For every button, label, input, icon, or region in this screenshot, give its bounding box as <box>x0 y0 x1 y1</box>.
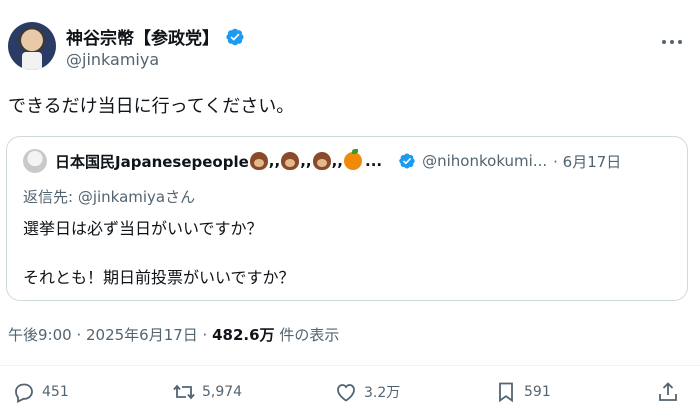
name-separator: ,, <box>268 152 281 170</box>
quote-text-line: 選挙日は必ず当日がいいですか？ <box>23 219 263 238</box>
tweet-text: できるだけ当日に行ってください。 <box>8 96 295 117</box>
reply-count: 451 <box>42 384 69 400</box>
verified-badge-icon <box>226 28 244 45</box>
quote-text-line: それとも！期日前投票がいいですか？ <box>23 268 295 287</box>
quote-avatar <box>23 149 47 173</box>
quote-header: 日本国民Japanesepeople ,, ,, ,, ... @nihonko… <box>23 149 621 173</box>
like-icon <box>337 384 355 402</box>
author-name-row: 神谷宗幣【参政党】 <box>66 24 245 49</box>
share-icon <box>659 382 677 401</box>
reply-to-label: 返信先: @jinkamiyaさん <box>23 188 196 206</box>
share-button[interactable] <box>656 380 680 404</box>
verified-badge-icon <box>399 153 415 169</box>
hedgehog-emoji-icon <box>249 152 268 170</box>
retweet-button[interactable]: 5,974 <box>172 380 242 404</box>
avatar[interactable] <box>8 22 56 70</box>
quote-date: · 6月17日 <box>553 152 622 171</box>
hedgehog-emoji-icon <box>312 152 331 170</box>
tweet-meta: 午後9:00 · 2025年6月17日 · 482.6万 件の表示 <box>8 324 339 345</box>
quote-author-handle: @nihonkokumi... <box>422 152 548 170</box>
name-separator: ,, <box>300 152 312 170</box>
reply-icon <box>15 383 33 403</box>
action-bar: 451 5,974 3.2万 591 <box>0 380 700 410</box>
views-count: 482.6万 <box>212 326 275 344</box>
divider <box>0 365 700 366</box>
hedgehog-emoji-icon <box>281 152 300 170</box>
author-display-name[interactable]: 神谷宗幣【参政党】 <box>66 24 219 49</box>
tweet-header: 神谷宗幣【参政党】 @jinkamiya <box>8 22 692 74</box>
bookmark-button[interactable]: 591 <box>494 380 551 404</box>
orange-emoji-icon <box>344 149 363 170</box>
more-icon[interactable] <box>662 32 682 52</box>
quote-tweet[interactable]: 日本国民Japanesepeople ,, ,, ,, ... @nihonko… <box>6 136 688 301</box>
like-button[interactable]: 3.2万 <box>334 380 400 404</box>
views-label: 件の表示 <box>274 326 340 344</box>
tweet-timestamp[interactable]: 午後9:00 · 2025年6月17日 · <box>8 326 212 344</box>
retweet-count: 5,974 <box>202 384 243 400</box>
retweet-icon <box>173 384 195 400</box>
name-separator: ,, <box>331 152 344 170</box>
reply-button[interactable]: 451 <box>12 380 69 404</box>
bookmark-icon <box>499 382 513 403</box>
name-ellipsis: ... <box>365 152 383 170</box>
bookmark-count: 591 <box>524 384 551 400</box>
quote-author-name: 日本国民Japanesepeople <box>55 152 249 171</box>
author-handle[interactable]: @jinkamiya <box>66 50 159 69</box>
like-count: 3.2万 <box>364 385 401 401</box>
